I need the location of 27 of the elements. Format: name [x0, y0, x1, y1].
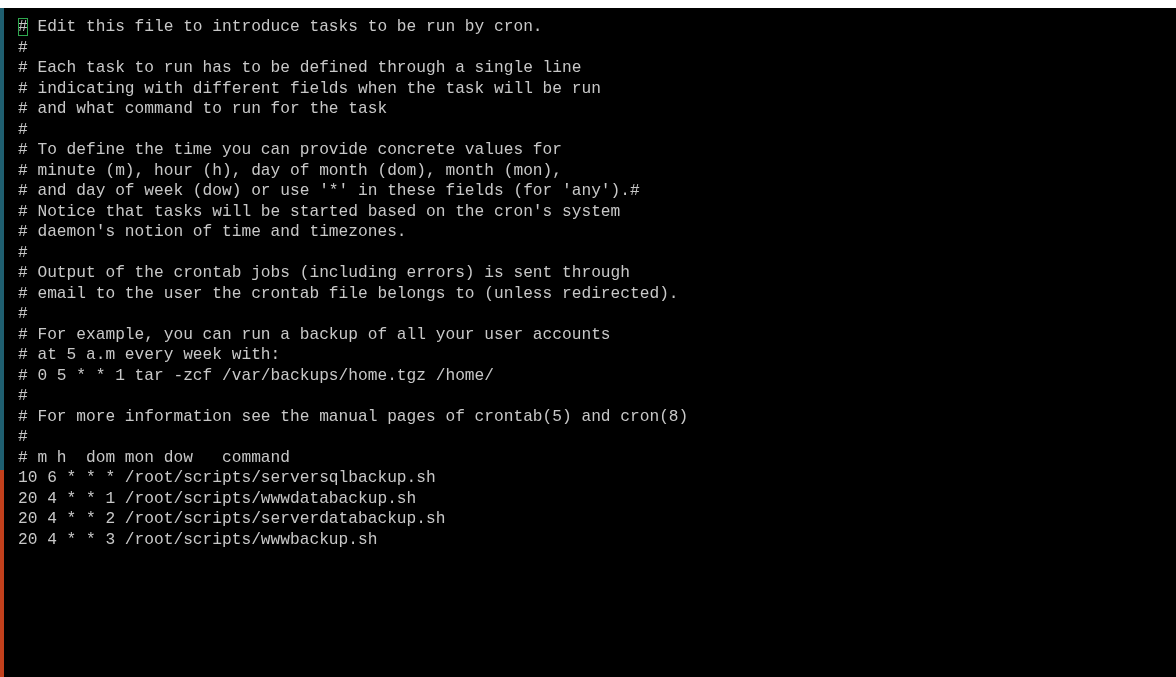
terminal-line: # email to the user the crontab file belongs to (unless redirected). [18, 284, 679, 303]
terminal-line: # For example, you can run a backup of all your user accounts [18, 325, 611, 344]
terminal-line: # [18, 120, 28, 139]
terminal-line: # [18, 305, 28, 323]
terminal-line: Edit this file to introduce tasks to be run by cron. [36, 18, 543, 36]
terminal-line: 20 4 * * 2 /root/scripts/serverdatabackup.sh [18, 510, 446, 528]
terminal-line: # [18, 387, 28, 405]
terminal-line: # m h dom mon dow command [18, 448, 290, 467]
terminal-line: # and day of week (dow) or use '*' in these fields (for 'any').# [18, 182, 640, 200]
terminal-line: # Output of the crontab jobs (including errors) is sent through [18, 264, 630, 282]
terminal-line: # [18, 38, 28, 57]
terminal-line: # 0 5 * * 1 tar -zcf /var/backups/home.tgz /home/ [18, 366, 494, 385]
terminal-line: # daemon's notion of time and timezones. [18, 223, 407, 241]
terminal-line: # Each task to run has to be defined through a single line [18, 59, 582, 77]
terminal-line: 10 6 * * * /root/scripts/serversqlbackup.sh [18, 469, 436, 487]
terminal-line: # minute (m), hour (h), day of month (dom), month (mon), [18, 161, 562, 180]
terminal-line: # and what command to run for the task [18, 100, 388, 118]
terminal-line: 20 4 * * 1 /root/scripts/wwwdatabackup.sh [18, 489, 417, 508]
terminal-line: 20 4 * * 3 /root/scripts/wwwbackup.sh [18, 530, 378, 549]
terminal-line: # [18, 243, 28, 262]
terminal-line: # Notice that tasks will be started based on the cron's system [18, 202, 621, 221]
terminal-line: # [18, 428, 28, 446]
terminal-line: # For more information see the manual pages of crontab(5) and cron(8) [18, 407, 689, 426]
text-cursor: # [18, 18, 28, 36]
terminal-line: # at 5 a.m every week with: [18, 346, 281, 364]
terminal-line: # To define the time you can provide concrete values for [18, 141, 562, 159]
terminal-line: # indicating with different fields when the task will be run [18, 79, 601, 98]
